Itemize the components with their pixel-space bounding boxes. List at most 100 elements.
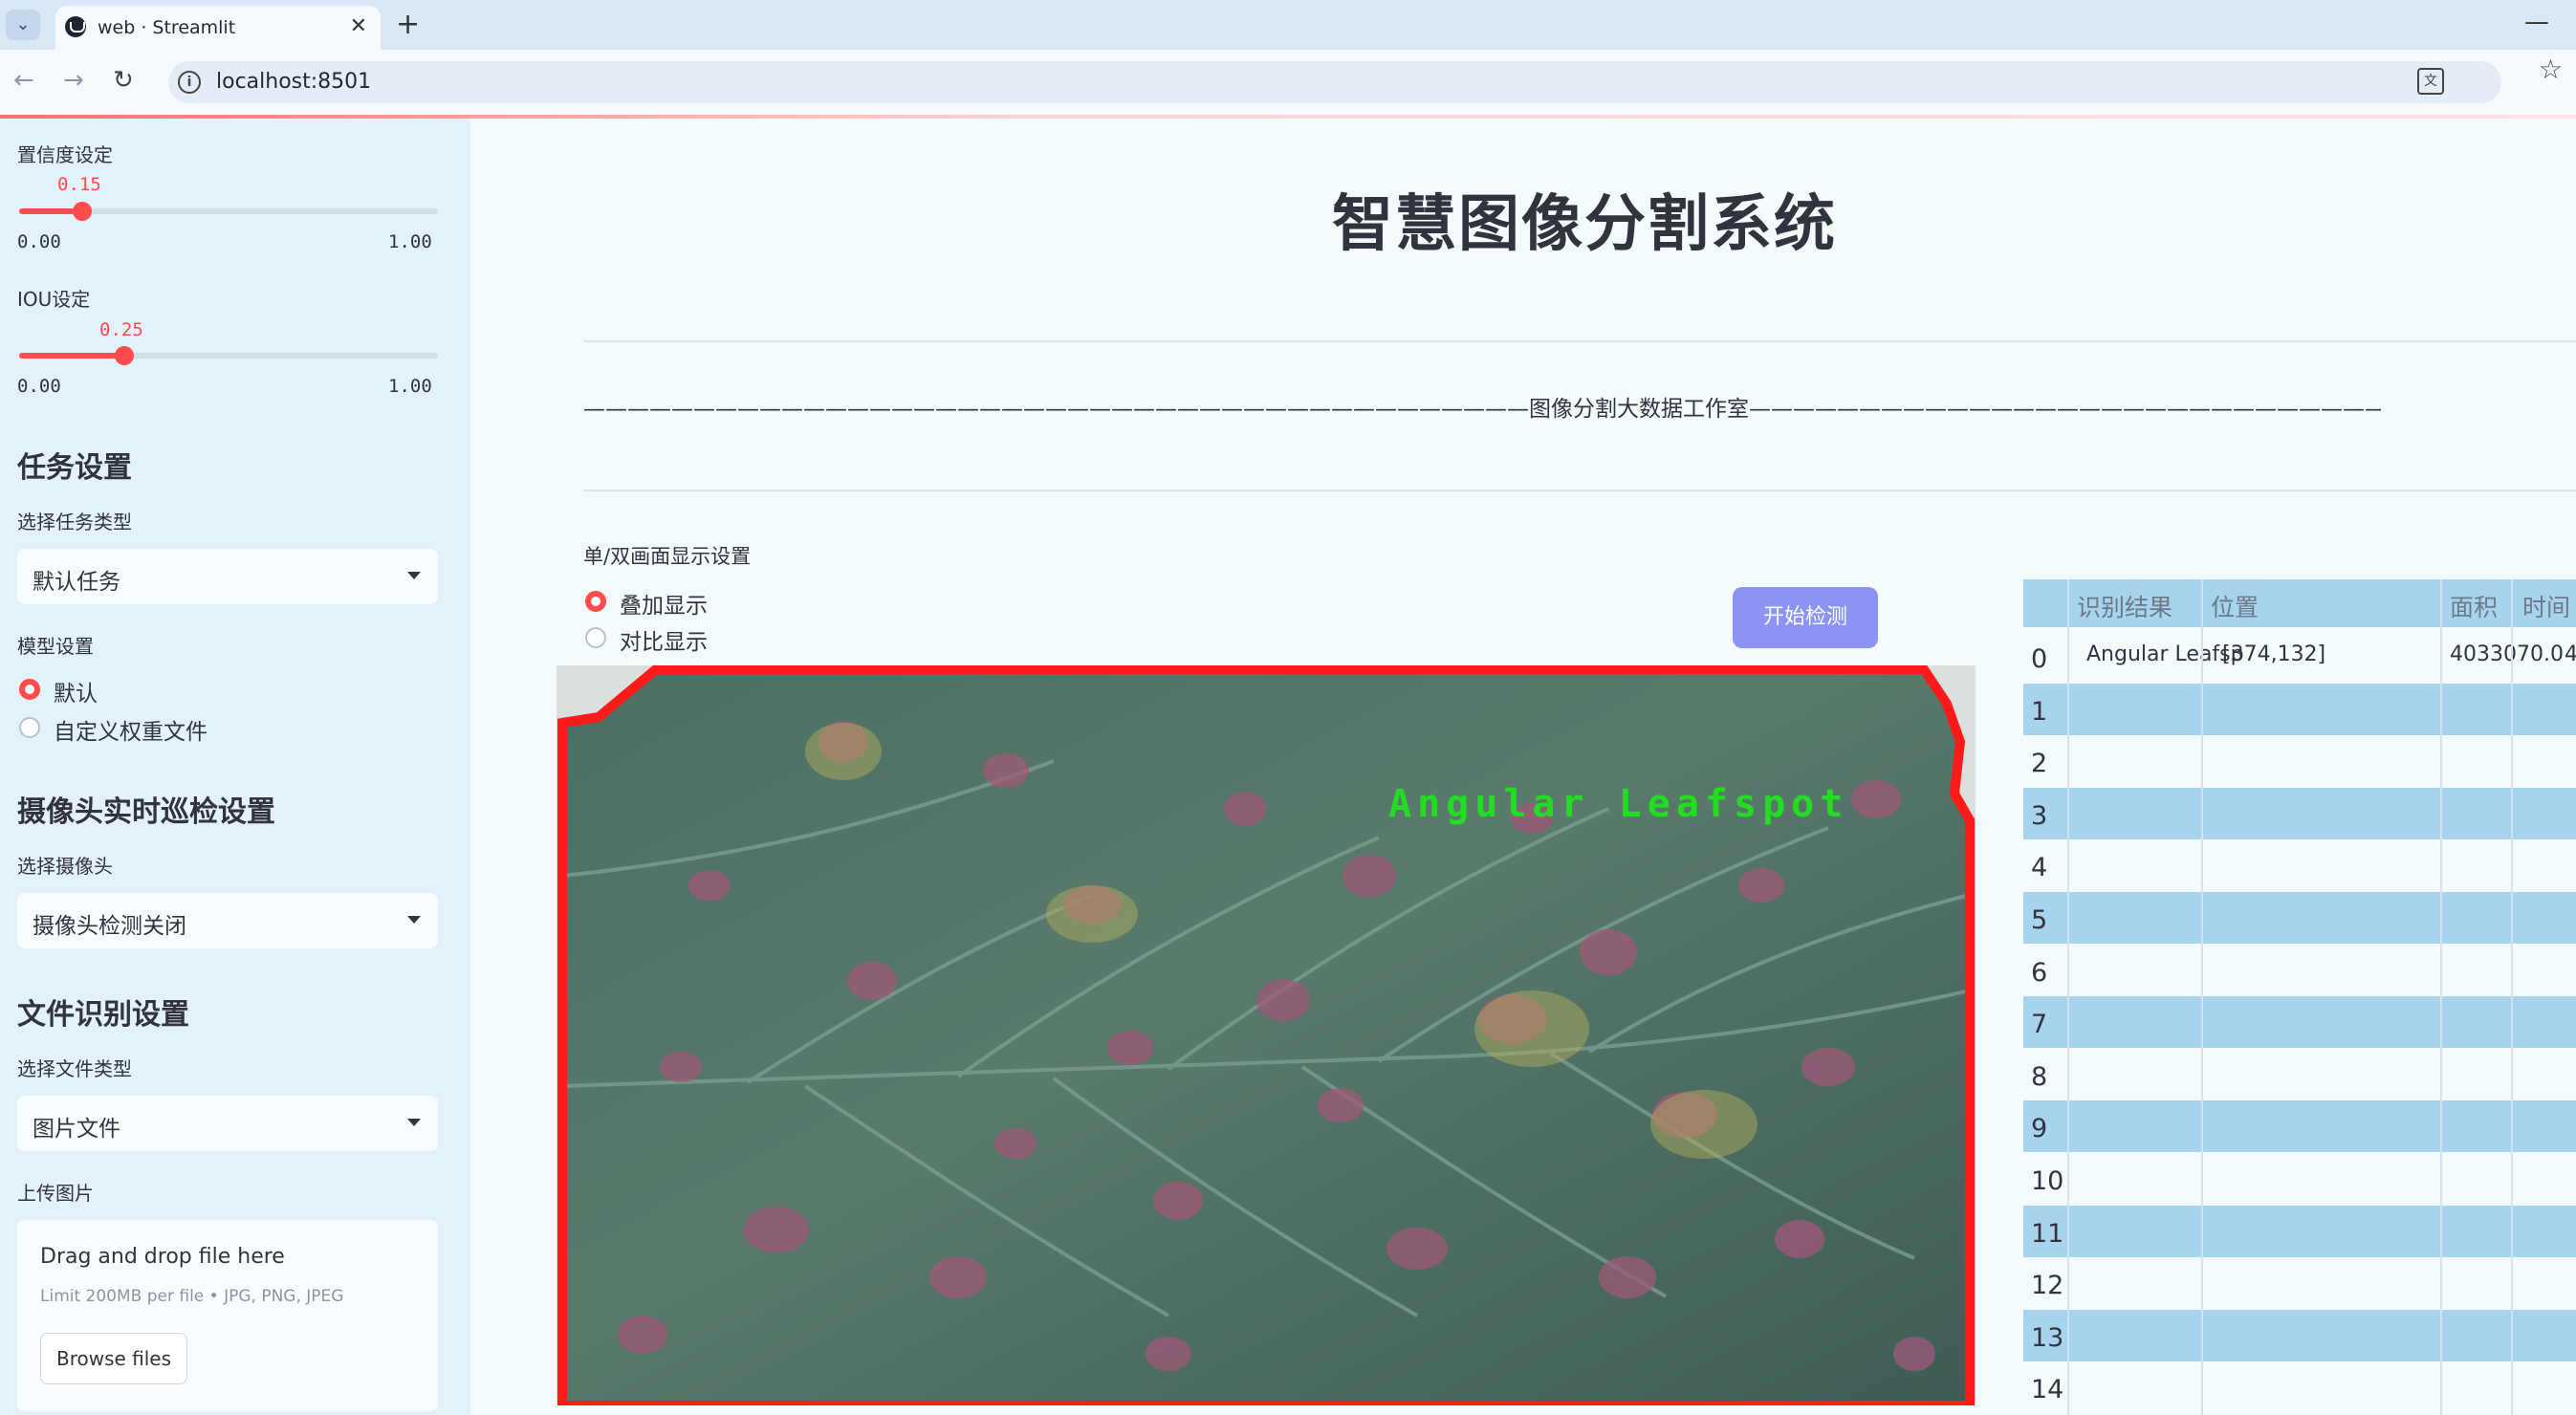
radio-selected-icon — [585, 591, 606, 612]
camera-settings-heading: 摄像头实时巡检设置 — [17, 795, 275, 829]
column-header-position[interactable]: 位置 — [2211, 589, 2259, 623]
row-index: 3 — [2031, 800, 2048, 831]
column-divider — [2067, 579, 2069, 1415]
table-row[interactable]: 3 — [2023, 787, 2576, 839]
start-detection-button[interactable]: 开始检测 — [1733, 587, 1878, 648]
sidebar: 置信度设定 0.15 0.00 1.00 IOU设定 0.25 0.00 1.0… — [0, 119, 470, 1415]
column-divider — [2440, 579, 2442, 1415]
chevron-down-icon — [407, 916, 421, 924]
minimize-window-icon[interactable]: — — [2524, 8, 2549, 36]
back-arrow-icon[interactable]: ← — [13, 66, 34, 95]
table-row[interactable]: 4 — [2023, 839, 2576, 892]
upload-title: Drag and drop file here — [40, 1245, 285, 1269]
studio-banner: ————————————————————————————————————————… — [583, 397, 2381, 422]
table-row[interactable]: 5 — [2023, 892, 2576, 944]
divider — [583, 490, 2576, 491]
table-row[interactable]: 12 — [2023, 1257, 2576, 1310]
iou-slider[interactable] — [19, 346, 438, 365]
browser-tab[interactable]: web · Streamlit ✕ — [55, 6, 381, 50]
camera-select[interactable]: 摄像头检测关闭 — [17, 893, 438, 948]
segmentation-result-image: Angular Leafspot — [557, 665, 1976, 1405]
table-header: 识别结果 位置 面积 时间 — [2023, 579, 2576, 627]
model-option-label: 默认 — [54, 682, 98, 707]
url-field[interactable]: i localhost:8501 文 — [168, 61, 2501, 103]
task-settings-heading: 任务设置 — [17, 451, 132, 485]
iou-label: IOU设定 — [17, 288, 91, 311]
file-type-select[interactable]: 图片文件 — [17, 1096, 438, 1151]
table-row[interactable]: 0 Angular Leafsp [374,132] 4033070.0 4 — [2023, 631, 2576, 683]
file-settings-heading: 文件识别设置 — [17, 998, 189, 1032]
camera-value: 摄像头检测关闭 — [33, 914, 186, 939]
confidence-min: 0.00 — [17, 231, 61, 252]
row-index: 11 — [2031, 1218, 2064, 1249]
row-index: 9 — [2031, 1114, 2048, 1144]
row-index: 0 — [2031, 644, 2048, 674]
radio-unselected-icon — [585, 627, 606, 648]
confidence-label: 置信度设定 — [17, 143, 113, 166]
task-type-label: 选择任务类型 — [17, 511, 132, 533]
translate-icon[interactable]: 文 — [2417, 68, 2444, 95]
confidence-slider[interactable] — [19, 202, 438, 221]
table-row[interactable]: 14 — [2023, 1361, 2576, 1414]
upload-label: 上传图片 — [17, 1182, 94, 1205]
address-bar: ← → ↻ i localhost:8501 文 ☆ — [0, 50, 2576, 117]
column-header-time[interactable]: 时间 — [2522, 589, 2570, 623]
bookmark-star-icon[interactable]: ☆ — [2539, 54, 2563, 85]
row-index: 13 — [2031, 1322, 2064, 1353]
radio-unselected-icon — [19, 717, 40, 738]
confidence-slider-thumb[interactable] — [72, 202, 92, 221]
table-row[interactable]: 6 — [2023, 944, 2576, 996]
camera-label: 选择摄像头 — [17, 855, 113, 878]
leaf-image: Angular Leafspot — [557, 665, 1976, 1405]
table-row[interactable]: 8 — [2023, 1048, 2576, 1100]
tab-list-chevron-icon[interactable]: ⌄ — [6, 10, 40, 40]
upload-hint: Limit 200MB per file • JPG, PNG, JPEG — [40, 1287, 344, 1306]
column-header-area[interactable]: 面积 — [2450, 589, 2498, 623]
task-type-select[interactable]: 默认任务 — [17, 549, 438, 604]
site-info-icon[interactable]: i — [178, 71, 201, 94]
cell-result: Angular Leafsp — [2086, 642, 2244, 666]
row-index: 4 — [2031, 853, 2048, 883]
table-row[interactable]: 2 — [2023, 735, 2576, 788]
row-index: 14 — [2031, 1375, 2064, 1405]
display-option-label: 对比显示 — [620, 630, 708, 655]
table-row[interactable]: 1 — [2023, 683, 2576, 735]
cell-time: 4 — [2565, 642, 2576, 666]
row-index: 1 — [2031, 696, 2048, 727]
close-tab-icon[interactable]: ✕ — [350, 14, 367, 38]
file-uploader-dropzone[interactable]: Drag and drop file here Limit 200MB per … — [17, 1220, 438, 1411]
iou-min: 0.00 — [17, 376, 61, 397]
table-row[interactable]: 10 — [2023, 1153, 2576, 1205]
row-index: 8 — [2031, 1061, 2048, 1092]
display-mode-label: 单/双画面显示设置 — [583, 545, 752, 568]
iou-slider-fill — [19, 353, 124, 359]
chevron-down-icon — [407, 1119, 421, 1126]
reload-icon[interactable]: ↻ — [113, 66, 134, 95]
tab-title: web · Streamlit — [98, 17, 236, 38]
table-row[interactable]: 11 — [2023, 1205, 2576, 1257]
divider — [583, 340, 2576, 342]
detection-class-label: Angular Leafspot — [1388, 782, 1848, 826]
table-row[interactable]: 7 — [2023, 996, 2576, 1049]
iou-value: 0.25 — [99, 319, 143, 340]
iou-slider-thumb[interactable] — [114, 346, 134, 365]
row-index: 5 — [2031, 905, 2048, 935]
url-text: localhost:8501 — [216, 70, 372, 94]
file-type-value: 图片文件 — [33, 1117, 120, 1142]
new-tab-plus-icon[interactable]: + — [396, 8, 420, 41]
table-row[interactable]: 13 — [2023, 1309, 2576, 1361]
leaf-surface — [562, 669, 1970, 1405]
display-option-label: 叠加显示 — [620, 594, 708, 619]
browse-files-button[interactable]: Browse files — [40, 1333, 187, 1384]
forward-arrow-icon[interactable]: → — [63, 66, 84, 95]
iou-max: 1.00 — [388, 376, 432, 397]
streamlit-favicon-icon — [65, 16, 86, 37]
browser-tabbar: ⌄ web · Streamlit ✕ + — — [0, 0, 2576, 50]
chevron-down-icon — [407, 572, 421, 579]
row-index: 7 — [2031, 1010, 2048, 1040]
results-table[interactable]: 识别结果 位置 面积 时间 0 Angular Leafsp [374,132] 40… — [2023, 579, 2576, 1415]
table-row[interactable]: 9 — [2023, 1100, 2576, 1153]
column-header-result[interactable]: 识别结果 — [2077, 589, 2172, 623]
column-divider — [2201, 579, 2203, 1415]
model-settings-label: 模型设置 — [17, 635, 94, 658]
